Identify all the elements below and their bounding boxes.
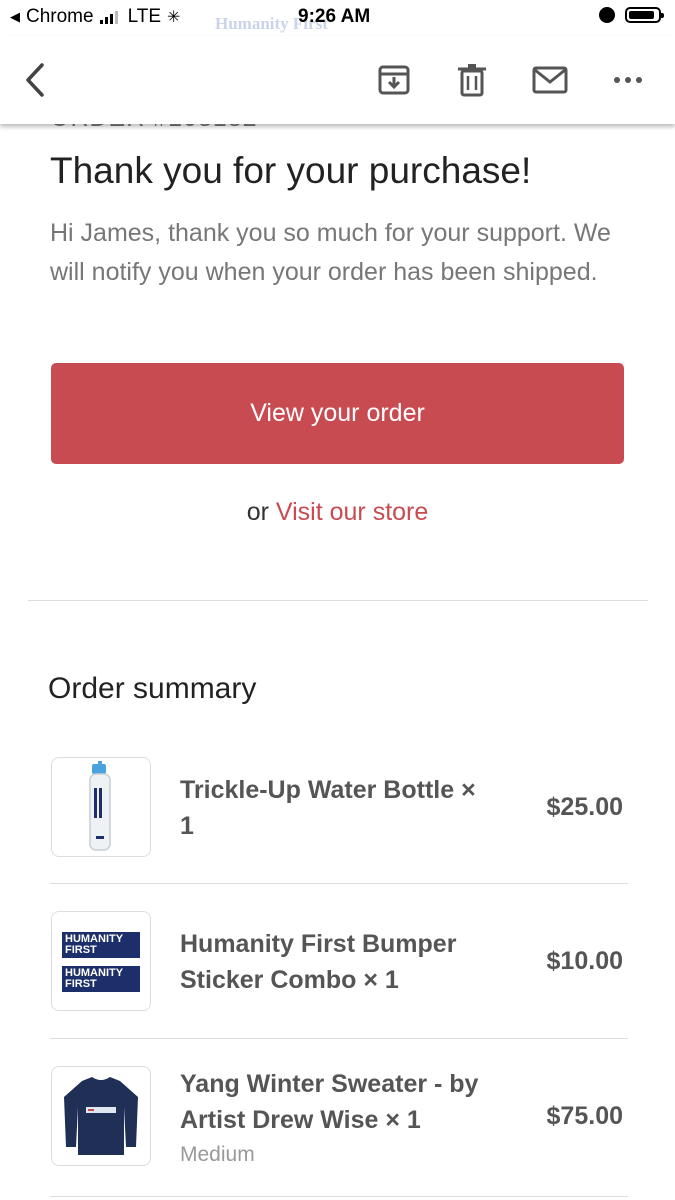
signal-icon — [99, 10, 118, 24]
delete-icon — [458, 64, 486, 97]
delete-button[interactable] — [450, 58, 494, 102]
sticker-graphic: HUMANITY FIRST — [62, 932, 140, 958]
email-toolbar — [0, 36, 675, 124]
status-right — [599, 7, 664, 23]
back-triangle-icon: ◀ — [10, 9, 20, 24]
mark-unread-button[interactable] — [528, 58, 572, 102]
status-bar: Humanity First ◀ Chrome LTE ✳ 9:26 AM — [0, 0, 675, 36]
activity-spinner-icon: ✳ — [167, 9, 181, 26]
archive-icon — [378, 65, 410, 95]
item-price: $25.00 — [546, 793, 623, 821]
divider — [28, 600, 648, 601]
more-button[interactable] — [606, 58, 650, 102]
visit-store-link[interactable]: Visit our store — [276, 498, 428, 526]
battery-icon — [625, 7, 664, 23]
view-order-button[interactable]: View your order — [51, 363, 624, 464]
back-button[interactable] — [14, 58, 58, 102]
divider — [50, 1038, 628, 1039]
back-app-label: Chrome — [26, 6, 94, 27]
item-variant: Medium — [180, 1143, 255, 1166]
back-to-app[interactable]: ◀ Chrome LTE ✳ — [10, 6, 180, 28]
mail-icon — [532, 66, 568, 94]
item-price: $75.00 — [546, 1102, 623, 1130]
back-icon — [26, 63, 44, 97]
status-time: 9:26 AM — [298, 6, 371, 27]
divider — [50, 1196, 628, 1197]
alarm-icon — [599, 7, 615, 23]
bumper-sticker-image: HUMANITY FIRST HUMANITY FIRST — [51, 911, 151, 1011]
sweater-image — [51, 1066, 151, 1166]
order-summary-heading: Order summary — [48, 672, 257, 705]
divider — [50, 883, 628, 884]
sticker-graphic: HUMANITY FIRST — [62, 966, 140, 992]
water-bottle-image — [51, 757, 151, 857]
archive-button[interactable] — [372, 58, 416, 102]
item-name: Humanity First Bumper Sticker Combo × 1 — [180, 930, 457, 994]
intro-text: Hi James, thank you so much for your sup… — [50, 219, 611, 286]
or-visit-store-line: or Visit our store — [0, 498, 675, 527]
or-text: or — [246, 498, 269, 526]
email-body: ORDER #108182 Thank you for your purchas… — [0, 0, 675, 1200]
email-title: Thank you for your purchase! — [50, 150, 532, 191]
item-name: Yang Winter Sweater - by Artist Drew Wis… — [180, 1070, 479, 1134]
item-name: Trickle-Up Water Bottle × 1 — [180, 776, 476, 840]
network-label: LTE — [127, 6, 162, 27]
more-icon — [614, 77, 642, 83]
item-price: $10.00 — [546, 947, 623, 975]
